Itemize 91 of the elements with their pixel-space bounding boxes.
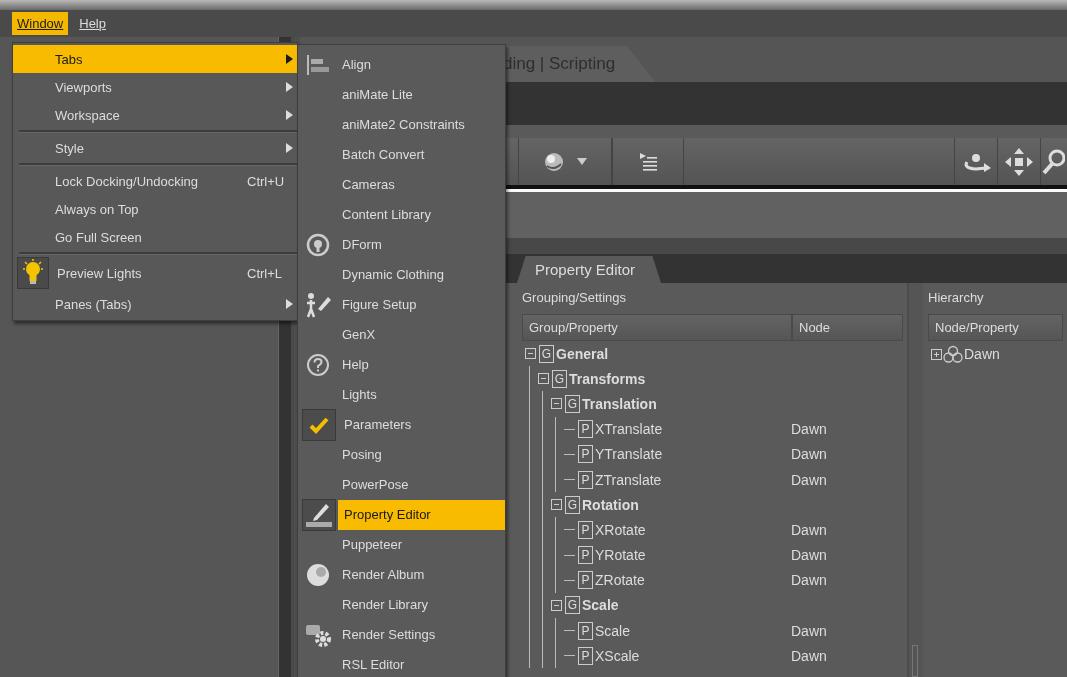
item-type-badge: G: [565, 596, 580, 615]
album-icon: [305, 562, 331, 588]
item-type-badge: P: [578, 646, 593, 665]
help-icon: [306, 353, 330, 377]
menu-item[interactable]: Style: [13, 134, 297, 162]
tree-item[interactable]: ZTranslate: [595, 471, 662, 488]
node-name: Dawn: [791, 647, 827, 664]
gear-icon: [304, 622, 332, 648]
expand-toggle-icon[interactable]: [931, 348, 942, 360]
node-name: Dawn: [791, 521, 827, 538]
pencil-ruler-icon: [304, 501, 334, 529]
node-name: Dawn: [791, 547, 827, 564]
menu-item[interactable]: RSL Editor: [298, 650, 505, 677]
collapse-toggle-icon[interactable]: [525, 348, 536, 360]
menu-item[interactable]: PowerPose: [298, 470, 505, 500]
node-name: Dawn: [791, 446, 827, 463]
list-icon[interactable]: [637, 150, 659, 173]
menu-item[interactable]: Preview Lights Ctrl+L: [13, 256, 297, 290]
panel-tab[interactable]: Property Editor: [517, 256, 662, 283]
tree-item[interactable]: Scale: [595, 622, 631, 639]
item-type-badge: P: [578, 470, 593, 489]
menu-item[interactable]: Batch Convert: [298, 140, 505, 170]
menu-item[interactable]: Render Album: [298, 560, 505, 590]
collapse-toggle-icon[interactable]: [551, 599, 562, 611]
tree-item[interactable]: ZRotate: [595, 572, 645, 589]
menu-item[interactable]: Tabs: [13, 45, 297, 73]
menu-item[interactable]: Figure Setup: [298, 290, 505, 320]
item-type-badge: P: [578, 445, 593, 464]
menu-item[interactable]: Puppeteer: [298, 530, 505, 560]
menu-item[interactable]: Panes (Tabs): [13, 290, 297, 318]
item-type-badge: G: [565, 394, 580, 413]
menu-item[interactable]: Workspace: [13, 101, 297, 129]
tree-item[interactable]: XScale: [595, 647, 640, 664]
tree-item[interactable]: General: [556, 345, 609, 362]
section-title: Hierarchy: [927, 289, 985, 307]
node-name: Dawn: [791, 572, 827, 589]
check-icon: [308, 415, 330, 435]
item-type-badge: P: [578, 420, 593, 439]
light-bulb-icon: [22, 259, 44, 287]
menu-item[interactable]: DForm: [298, 230, 505, 260]
tree-item[interactable]: XRotate: [595, 521, 646, 538]
menu-item[interactable]: GenX: [298, 320, 505, 350]
column-header[interactable]: Group/Property: [522, 314, 792, 341]
tree-item[interactable]: Transforms: [569, 370, 646, 387]
figure-edit-icon: [304, 291, 332, 319]
column-header[interactable]: Node/Property: [928, 314, 1063, 341]
item-type-badge: P: [578, 520, 593, 539]
figure-node-icon: [943, 345, 963, 363]
item-type-badge: G: [539, 344, 554, 363]
tree-item[interactable]: Translation: [582, 395, 657, 412]
tree-item[interactable]: YRotate: [595, 547, 646, 564]
tree-item[interactable]: YTranslate: [595, 446, 663, 463]
collapse-toggle-icon[interactable]: [551, 499, 562, 511]
node-name: Dawn: [791, 622, 827, 639]
menu-item[interactable]: Cameras: [298, 170, 505, 200]
dform-icon: [306, 233, 330, 257]
tree-item[interactable]: Scale: [582, 597, 619, 614]
collapse-toggle-icon[interactable]: [538, 373, 549, 385]
tree-item[interactable]: XTranslate: [595, 421, 663, 438]
menu-item[interactable]: Posing: [298, 440, 505, 470]
menu-item[interactable]: aniMate Lite: [298, 80, 505, 110]
move-icon[interactable]: [1004, 146, 1034, 177]
menu-item[interactable]: Viewports: [13, 73, 297, 101]
menu-item[interactable]: Help: [298, 350, 505, 380]
sphere-icon[interactable]: [543, 150, 565, 173]
menu-item[interactable]: Dynamic Clothing: [298, 260, 505, 290]
menu-bar-item[interactable]: Window: [12, 12, 69, 35]
item-type-badge: P: [578, 571, 593, 590]
section-title: Grouping/Settings: [521, 289, 628, 307]
menu-item[interactable]: Go Full Screen: [13, 223, 297, 251]
menu-item[interactable]: Parameters: [298, 410, 505, 440]
menu-item[interactable]: Render Library: [298, 590, 505, 620]
caret-icon[interactable]: [577, 157, 587, 166]
collapse-toggle-icon[interactable]: [551, 398, 562, 410]
menu-bar-item[interactable]: Help: [74, 12, 111, 35]
menu-item[interactable]: Lock Docking/Undocking Ctrl+U: [13, 167, 297, 195]
node-name: Dawn: [791, 471, 827, 488]
menu-item[interactable]: aniMate2 Constraints: [298, 110, 505, 140]
menu-item[interactable]: Content Library: [298, 200, 505, 230]
menu-item[interactable]: Render Settings: [298, 620, 505, 650]
item-type-badge: P: [578, 621, 593, 640]
tree-item[interactable]: Rotation: [582, 496, 639, 513]
item-type-badge: P: [578, 546, 593, 565]
column-header[interactable]: Node: [792, 314, 903, 341]
tree-item[interactable]: Dawn: [964, 346, 1000, 362]
menu-item[interactable]: Lights: [298, 380, 505, 410]
item-type-badge: G: [565, 495, 580, 514]
menu-item[interactable]: Always on Top: [13, 195, 297, 223]
item-type-badge: G: [552, 369, 567, 388]
align-icon: [305, 53, 331, 77]
node-name: Dawn: [791, 421, 827, 438]
